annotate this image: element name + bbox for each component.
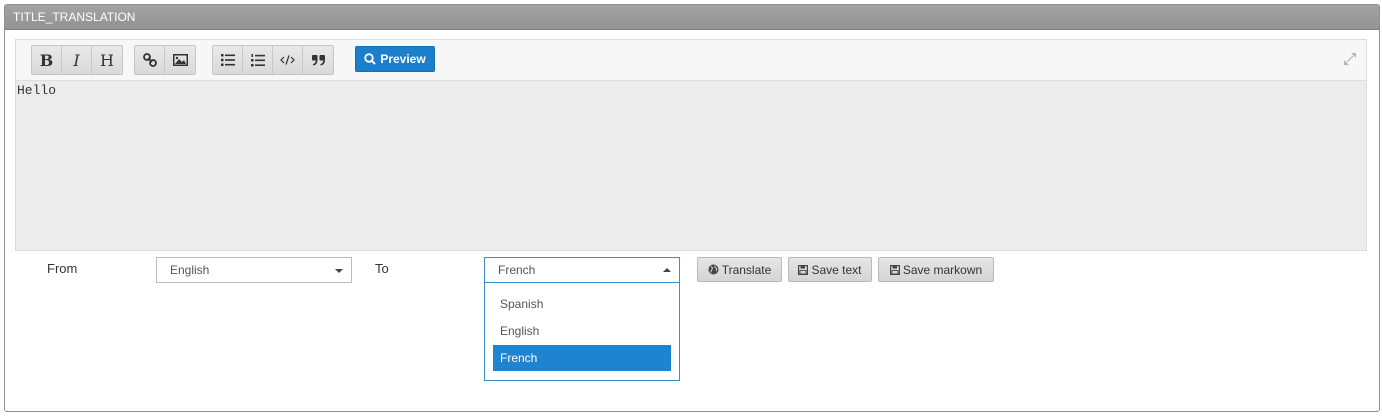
code-button[interactable]	[273, 46, 303, 74]
image-icon	[172, 54, 188, 66]
text-format-group: B I H	[31, 45, 123, 75]
editor-textarea[interactable]: Hello	[16, 81, 1366, 250]
translate-button[interactable]: Translate	[697, 257, 782, 282]
italic-button[interactable]: I	[62, 46, 92, 74]
bullet-list-button[interactable]	[213, 46, 243, 74]
markdown-editor: B I H Preview Hello	[15, 39, 1367, 251]
editor-toolbar: B I H Preview	[16, 40, 1366, 81]
fullscreen-icon[interactable]	[1344, 53, 1356, 65]
save-text-button[interactable]: Save text	[788, 257, 872, 282]
floppy-disk-icon	[889, 264, 900, 275]
translation-panel: TITLE_TRANSLATION B I H Preview Hello	[4, 4, 1380, 412]
from-language-value: English	[170, 263, 210, 277]
bullet-list-icon	[220, 54, 235, 66]
numbered-list-icon	[250, 53, 265, 66]
preview-button[interactable]: Preview	[355, 46, 435, 72]
search-icon	[364, 53, 377, 65]
option-english[interactable]: English	[493, 318, 671, 344]
save-markdown-label: Save markown	[902, 262, 983, 277]
quote-icon	[311, 54, 325, 65]
to-language-dropdown: Spanish English French	[484, 283, 680, 381]
preview-label: Preview	[380, 52, 426, 66]
link-icon	[142, 53, 157, 67]
link-button[interactable]	[135, 46, 165, 74]
floppy-disk-icon	[798, 264, 809, 275]
to-language-value: French	[498, 263, 536, 277]
save-markdown-button[interactable]: Save markown	[878, 257, 994, 282]
option-french[interactable]: French	[493, 345, 671, 371]
from-language-select[interactable]: English	[156, 257, 352, 283]
chevron-up-icon	[663, 268, 671, 272]
translation-controls: From English To French Translate Save te…	[0, 254, 1382, 284]
to-language-select[interactable]: French	[484, 257, 680, 283]
chevron-down-icon	[335, 269, 343, 273]
from-label: From	[47, 261, 78, 276]
panel-title: TITLE_TRANSLATION	[5, 5, 1379, 30]
globe-icon	[708, 264, 719, 275]
heading-button[interactable]: H	[92, 46, 122, 74]
block-group	[212, 45, 334, 75]
option-spanish[interactable]: Spanish	[493, 291, 671, 317]
translate-label: Translate	[721, 262, 772, 277]
to-label: To	[375, 261, 389, 276]
quote-button[interactable]	[303, 46, 333, 74]
code-icon	[280, 55, 295, 65]
save-text-label: Save text	[811, 262, 862, 277]
bold-button[interactable]: B	[32, 46, 62, 74]
image-button[interactable]	[165, 46, 195, 74]
numbered-list-button[interactable]	[243, 46, 273, 74]
insert-group	[134, 45, 196, 75]
